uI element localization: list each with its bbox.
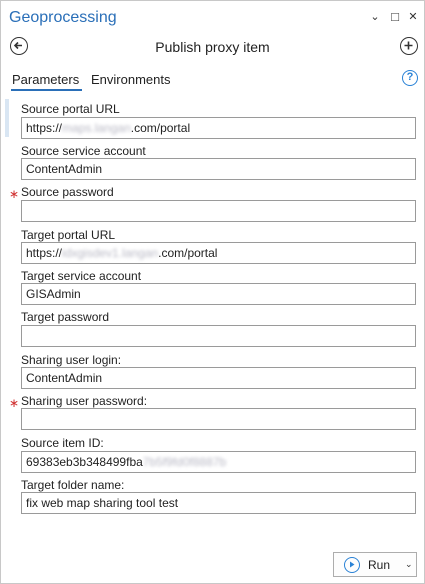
tool-nav-row: Publish proxy item [1,35,424,59]
target-password-input[interactable] [21,325,416,347]
field-value-text: https:// [26,121,63,135]
run-options-chevron-icon[interactable]: ⌄ [405,559,413,570]
pane-title: Geoprocessing [9,9,117,26]
field-label-source-password: Source password [21,185,114,199]
tab-environments[interactable]: Environments [91,72,170,87]
field-label-sharing-user-login: Sharing user login: [21,353,122,367]
field-label-source-portal-url: Source portal URL [21,102,120,116]
redacted-text: maps.langan [62,121,131,135]
source-item-id-input[interactable]: 69383eb3b348499fba7b5f9fd0f8887b [21,451,416,473]
add-button[interactable] [400,37,418,55]
field-label-source-service-account: Source service account [21,144,146,158]
source-portal-url-input[interactable]: https://maps.langan.com/portal [21,117,416,139]
field-label-target-password: Target password [21,310,110,324]
redacted-text: 7b5f9fd0f8887b [142,455,227,469]
target-portal-url-input[interactable]: https://idxgisdev1.langan.com/portal [21,242,416,264]
source-service-account-input[interactable]: ContentAdmin [21,158,416,180]
run-button-label: Run [368,558,391,572]
field-label-target-folder-name: Target folder name: [21,478,125,492]
play-icon [344,557,360,573]
field-value-text: 69383eb3b348499fba [26,455,143,469]
sharing-user-login-input[interactable]: ContentAdmin [21,367,416,389]
source-password-input[interactable] [21,200,416,222]
target-folder-name-input[interactable]: fix web map sharing tool test [21,492,416,514]
field-value-text: .com/portal [158,246,218,260]
field-label-source-item-id: Source item ID: [21,436,104,450]
tool-title: Publish proxy item [155,39,270,55]
required-marker: ∗ [9,396,20,410]
field-value-text: https:// [26,246,63,260]
focus-accent-bar [5,99,9,137]
pane-title-bar: Geoprocessing ⌄ □ ✕ [1,1,424,35]
close-icon[interactable]: ✕ [406,10,420,24]
required-marker: ∗ [9,187,20,201]
sharing-user-password-input[interactable] [21,408,416,430]
field-label-target-service-account: Target service account [21,269,142,283]
target-service-account-input[interactable]: GISAdmin [21,283,416,305]
field-label-sharing-user-password: Sharing user password: [21,394,148,408]
tab-parameters[interactable]: Parameters [12,72,79,87]
active-tab-indicator [11,89,82,91]
help-icon[interactable]: ? [402,70,418,86]
field-value-text: .com/portal [130,121,191,135]
geoprocessing-pane: Geoprocessing ⌄ □ ✕ Publish proxy item P… [0,0,425,584]
field-label-target-portal-url: Target portal URL [21,228,116,242]
redacted-text: idxgisdev1.langan [62,246,159,260]
plus-icon [404,41,413,50]
pane-options-chevron-icon[interactable]: ⌄ [368,10,382,24]
maximize-icon[interactable]: □ [388,10,402,24]
run-button[interactable]: Run ⌄ [333,552,417,577]
